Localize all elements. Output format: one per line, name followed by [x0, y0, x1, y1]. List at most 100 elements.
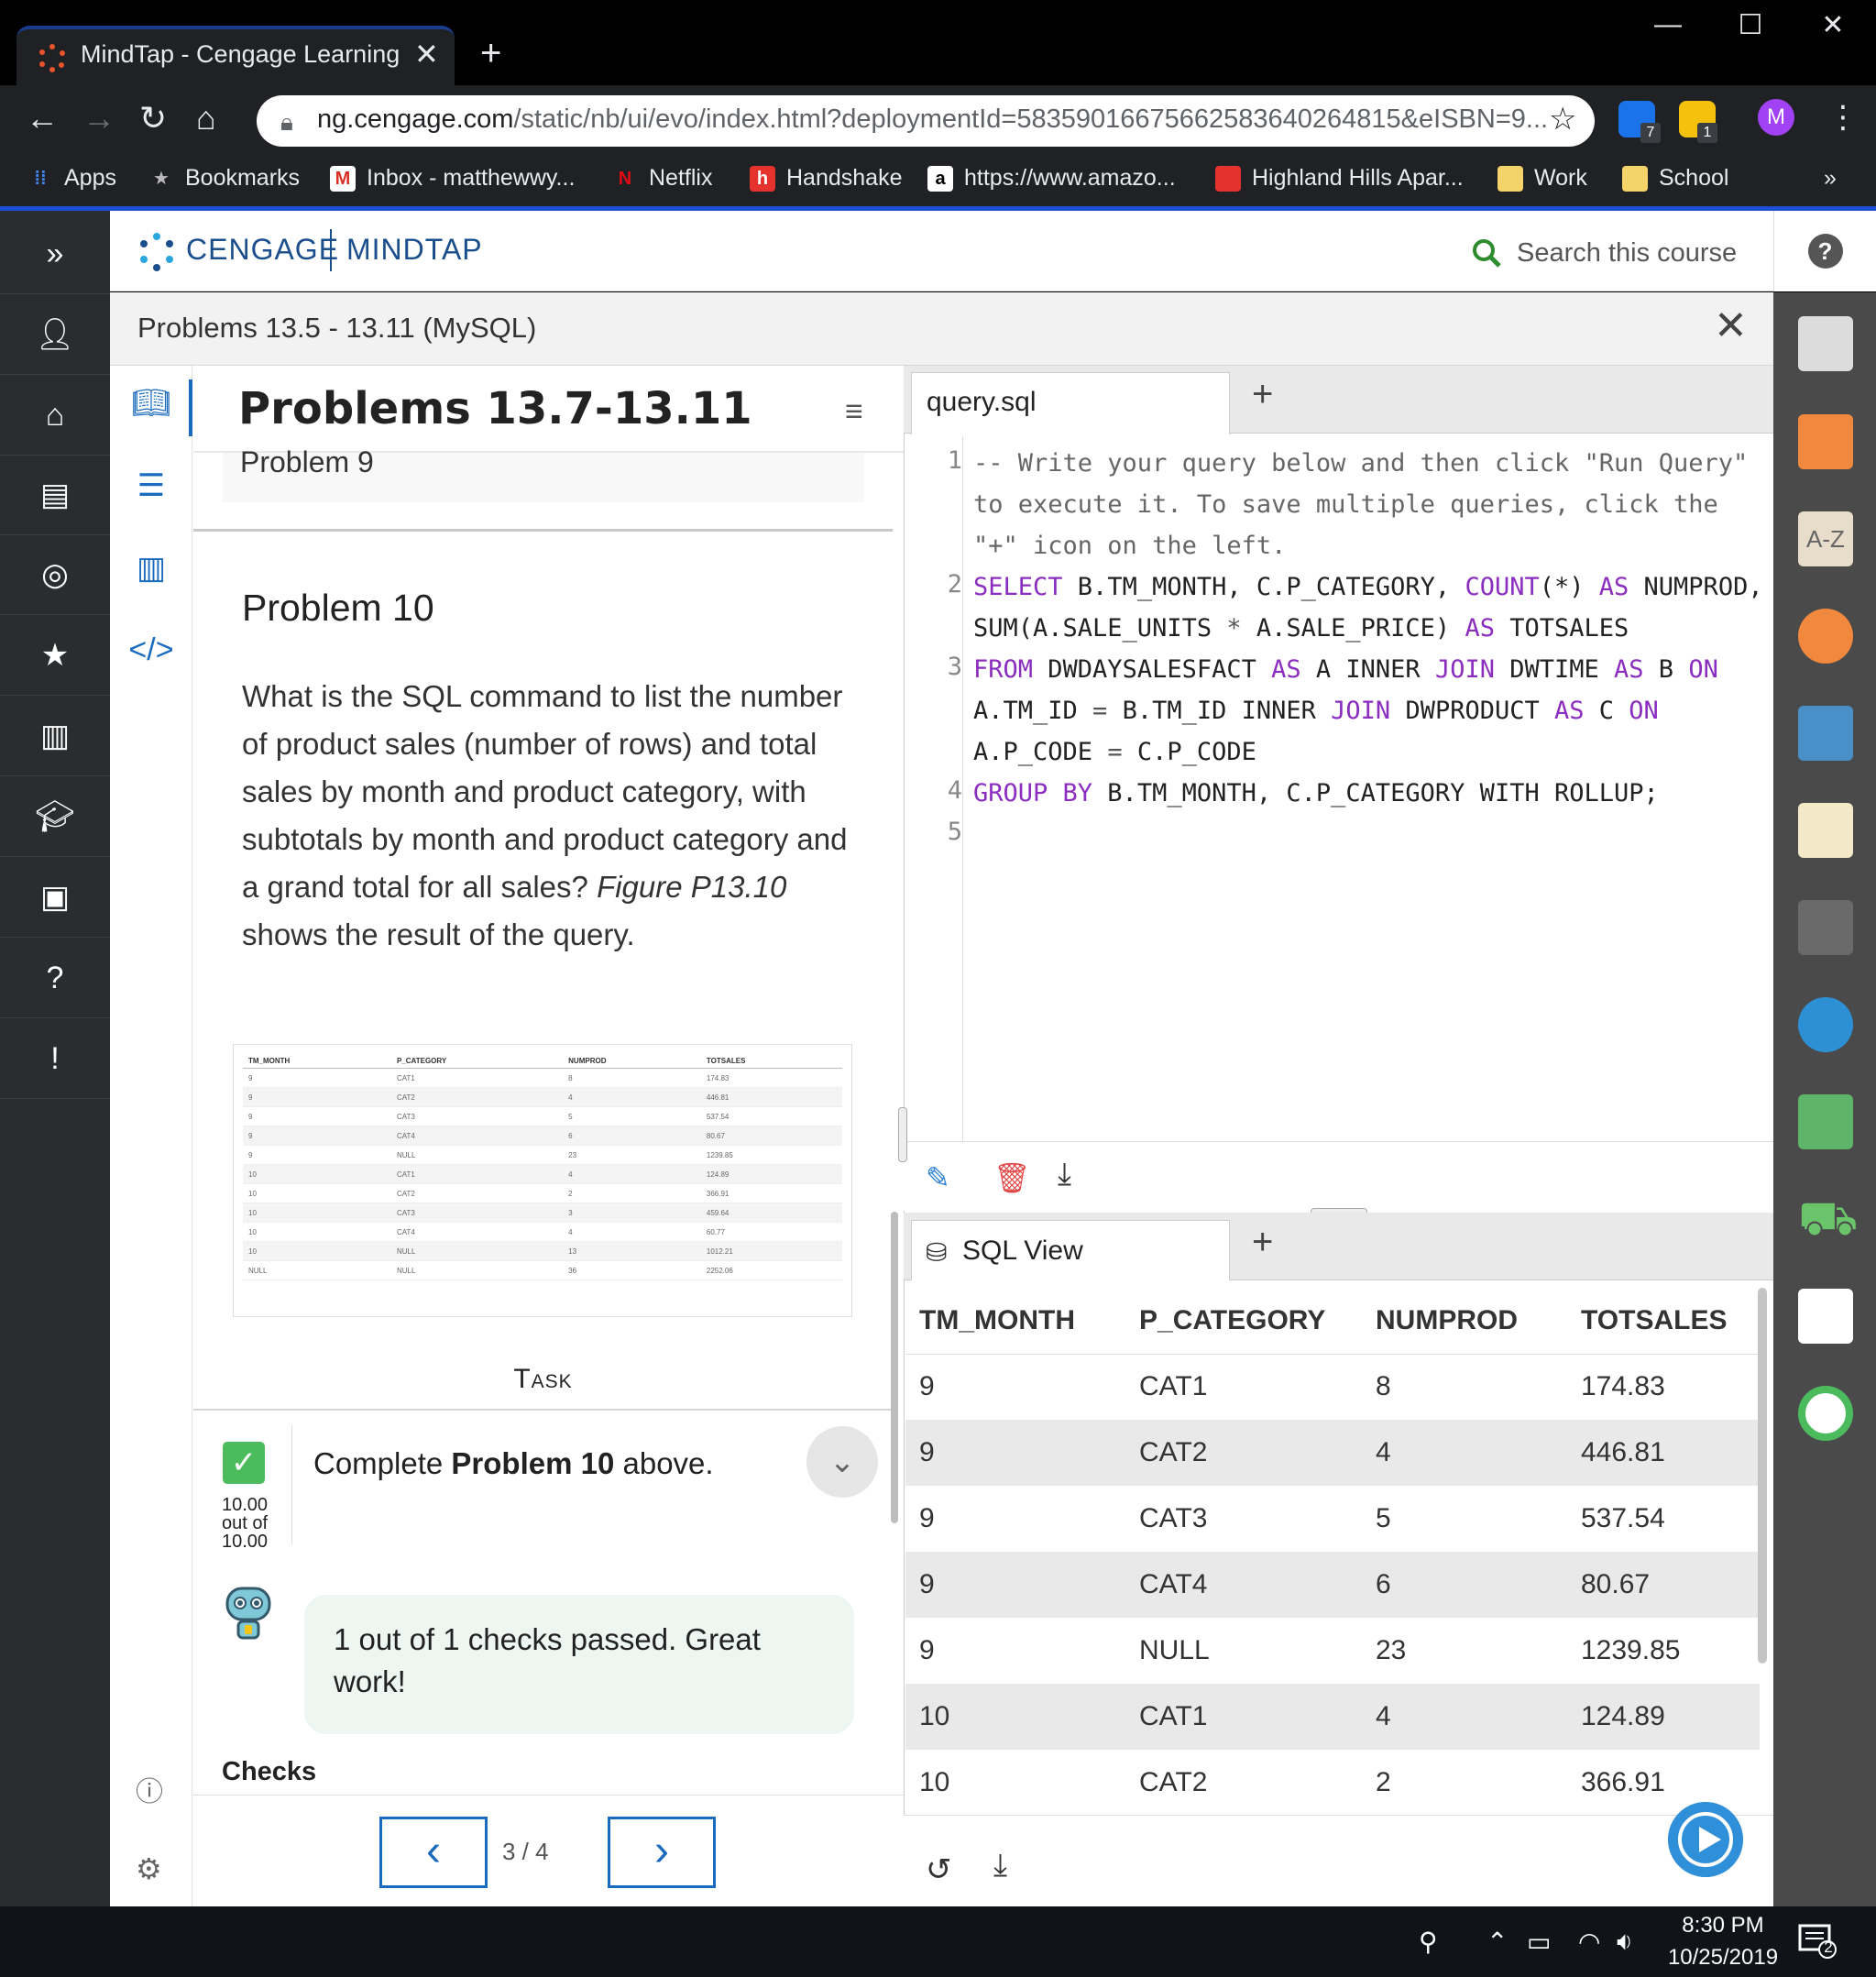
clock-date[interactable]: 10/25/2019 — [1659, 1945, 1787, 1971]
pane-resize-handle[interactable] — [898, 1107, 907, 1162]
expand-rail-icon[interactable]: » — [0, 214, 110, 294]
new-tab-icon[interactable]: + — [480, 33, 501, 74]
reader-icon[interactable]: ▥ — [0, 697, 110, 776]
clock-time[interactable]: 8:30 PM — [1677, 1913, 1769, 1939]
briefcase-icon[interactable]: ▣ — [0, 858, 110, 938]
star-icon[interactable]: ★ — [0, 616, 110, 696]
read-book-icon[interactable]: 📖︎ — [128, 385, 174, 431]
code-line[interactable]: A.TM_ID = B.TM_ID INNER JOIN DWPRODUCT A… — [973, 697, 1659, 725]
code-icon[interactable]: </> — [128, 632, 174, 678]
maximize-icon[interactable]: ☐ — [1723, 9, 1778, 41]
battery-icon[interactable]: ▭ — [1527, 1927, 1551, 1957]
glossary-icon[interactable]: A-Z — [1798, 511, 1853, 566]
profile-avatar[interactable]: M — [1758, 99, 1794, 136]
browser-menu-icon[interactable]: ⋮ — [1827, 99, 1859, 136]
gear-icon[interactable]: ⚙ — [136, 1851, 162, 1886]
code-line[interactable]: A.P_CODE = C.P_CODE — [973, 738, 1256, 766]
checklist-icon[interactable]: ☰ — [128, 467, 174, 513]
feedback-icon[interactable]: ! — [0, 1019, 110, 1099]
notebook-icon[interactable] — [1798, 706, 1853, 761]
results-column-header[interactable]: TOTSALES — [1567, 1288, 1760, 1355]
help-button[interactable]: ? — [1773, 211, 1876, 291]
highlight-pen-icon[interactable] — [1798, 316, 1853, 371]
bookmark-star-icon[interactable]: ☆ — [1549, 101, 1576, 137]
compass-icon[interactable]: ◎ — [0, 535, 110, 615]
rss-icon[interactable] — [1798, 414, 1853, 469]
code-line[interactable]: FROM DWDAYSALESFACT AS A INNER JOIN DWTI… — [973, 655, 1718, 684]
progress-icon[interactable] — [1798, 1386, 1853, 1441]
add-query-tab-icon[interactable]: + — [1252, 374, 1273, 415]
bookmark-handshake[interactable]: h Handshake — [750, 165, 902, 192]
onedrive-icon[interactable] — [1798, 997, 1853, 1052]
course-search-input[interactable]: Search this course — [1517, 238, 1737, 269]
code-line[interactable]: GROUP BY B.TM_MONTH, C.P_CATEGORY WITH R… — [973, 779, 1659, 807]
tab-close-icon[interactable]: ✕ — [414, 37, 439, 71]
help-icon[interactable]: ⓘ — [136, 1769, 163, 1809]
forward-icon[interactable]: → — [82, 99, 115, 137]
tray-expand-icon[interactable]: ⌃ — [1487, 1927, 1508, 1957]
table-row[interactable]: 9 CAT2 4 446.81 — [905, 1420, 1760, 1486]
table-row[interactable]: 10 CAT2 2 366.91 — [905, 1750, 1760, 1816]
bar-chart-icon[interactable]: ▥ — [128, 550, 174, 596]
next-page-button[interactable]: › — [608, 1817, 716, 1888]
home-icon[interactable]: ⌂ — [0, 376, 110, 456]
code-line[interactable]: SUM(A.SALE_UNITS * A.SALE_PRICE) AS TOTS… — [973, 614, 1629, 643]
notes-icon[interactable] — [1798, 803, 1853, 858]
edit-pencil-icon[interactable]: ✎ — [926, 1160, 950, 1195]
results-scrollbar[interactable] — [1758, 1288, 1767, 1664]
table-row[interactable]: 9 NULL 23 1239.85 — [905, 1618, 1760, 1684]
table-row[interactable]: 10 CAT1 4 124.89 — [905, 1684, 1760, 1750]
url-text[interactable]: ng.cengage.com/static/nb/ui/evo/index.ht… — [317, 104, 1548, 135]
lesson-menu-icon[interactable]: ≡ — [845, 394, 863, 430]
back-icon[interactable]: ← — [26, 99, 59, 137]
code-line[interactable]: to execute it. To save multiple queries,… — [973, 490, 1718, 519]
results-column-header[interactable]: TM_MONTH — [905, 1288, 1125, 1355]
download-icon[interactable]: ⤓ — [1058, 1157, 1071, 1192]
volume-icon[interactable]: 🔉︎ — [1617, 1927, 1633, 1957]
bookmark-folder-school[interactable]: School — [1622, 165, 1728, 192]
lock-icon[interactable]: 🔒︎ — [280, 108, 293, 137]
wifi-icon[interactable]: ◠ — [1578, 1927, 1600, 1957]
close-activity-icon[interactable]: ✕ — [1714, 302, 1748, 349]
book-icon[interactable]: ▤ — [0, 456, 110, 535]
people-icon[interactable]: ⚲ — [1419, 1927, 1438, 1957]
table-row[interactable]: 9 CAT4 6 80.67 — [905, 1552, 1760, 1618]
table-row[interactable]: 9 CAT1 8 174.83 — [905, 1354, 1760, 1420]
readspeaker-icon[interactable] — [1798, 900, 1853, 955]
bookmark-netflix[interactable]: N Netflix — [612, 165, 713, 192]
previous-page-button[interactable]: ‹ — [379, 1817, 488, 1888]
bookmarks-overflow-icon[interactable]: » — [1824, 165, 1837, 192]
table-cell: 174.83 — [1581, 1371, 1665, 1402]
download-icon[interactable]: ⤓ — [993, 1848, 1007, 1884]
results-column-header[interactable]: NUMPROD — [1362, 1288, 1567, 1355]
help-icon[interactable]: ? — [0, 939, 110, 1018]
profile-icon[interactable]: 👤︎ — [0, 295, 110, 375]
app-6-icon[interactable] — [1798, 609, 1853, 664]
code-line[interactable]: -- Write your query below and then click… — [973, 449, 1748, 478]
run-query-play-icon[interactable] — [1668, 1802, 1743, 1877]
bookmark-inbox[interactable]: M Inbox - matthewwy... — [330, 165, 575, 192]
flashcards-icon[interactable] — [1798, 1289, 1853, 1344]
results-column-header[interactable]: P_CATEGORY — [1125, 1288, 1362, 1355]
expand-task-button[interactable]: ⌄ — [806, 1426, 878, 1498]
code-line[interactable]: SELECT B.TM_MONTH, C.P_CATEGORY, COUNT(*… — [973, 573, 1763, 601]
cart-icon[interactable]: ⛟ — [1798, 1192, 1858, 1247]
add-view-tab-icon[interactable]: + — [1252, 1222, 1273, 1263]
bookmark-folder-work[interactable]: Work — [1498, 165, 1587, 192]
bookmark-apps[interactable]: ⁞⁞ Apps — [27, 165, 116, 192]
lesson-scrollbar[interactable] — [891, 1212, 898, 1523]
table-row[interactable]: 9 CAT3 5 537.54 — [905, 1486, 1760, 1552]
history-icon[interactable]: ↺ — [926, 1851, 952, 1888]
bookmark-bookmarks[interactable]: ★ Bookmarks — [148, 165, 300, 192]
home-icon[interactable]: ⌂ — [196, 99, 216, 137]
graduation-cap-icon[interactable]: 🎓︎ — [0, 777, 110, 857]
trash-icon[interactable]: 🗑︎ — [993, 1160, 1031, 1195]
code-line[interactable]: "+" icon on the left. — [973, 532, 1286, 560]
bookmark-highland[interactable]: Highland Hills Apar... — [1215, 165, 1464, 192]
bookmark-amazon[interactable]: a https://www.amazo... — [927, 165, 1176, 192]
google-drive-icon[interactable] — [1798, 1094, 1853, 1149]
window-close-icon[interactable]: ✕ — [1805, 9, 1860, 41]
search-icon[interactable] — [1470, 236, 1503, 269]
reload-icon[interactable]: ↻ — [139, 99, 167, 137]
minimize-icon[interactable]: — — [1640, 9, 1695, 40]
